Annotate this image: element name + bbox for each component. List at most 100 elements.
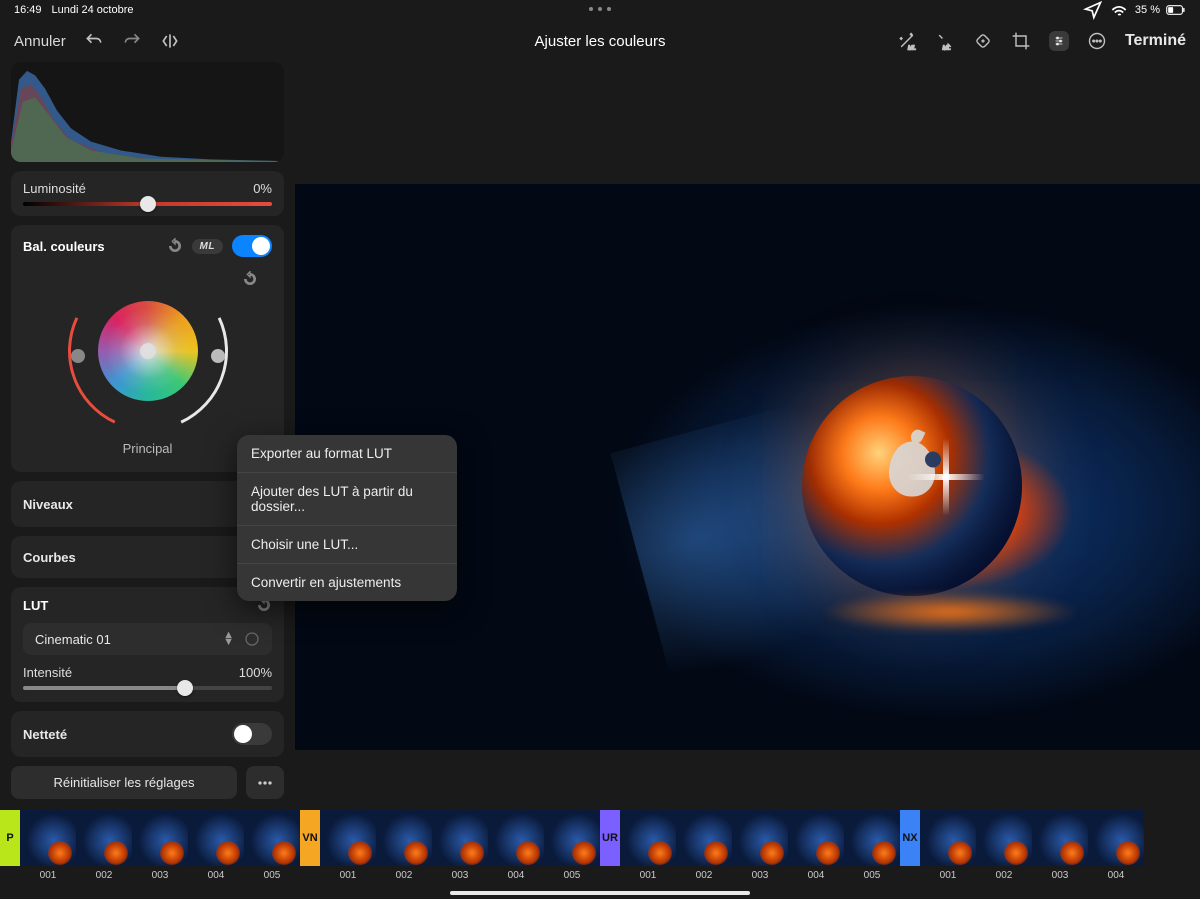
- preset-group-vn[interactable]: VN: [300, 810, 320, 866]
- battery-icon: [1166, 0, 1186, 20]
- chevron-updown-icon: ▲▼: [223, 632, 234, 646]
- svg-text:ML: ML: [942, 45, 950, 51]
- preset-thumb-label: 005: [564, 870, 581, 881]
- sidebar-more-button[interactable]: [246, 766, 284, 799]
- luminosity-label: Luminosité: [23, 181, 86, 196]
- menu-convert-adjustments[interactable]: Convertir en ajustements: [237, 564, 457, 601]
- preset-thumb[interactable]: 003: [1032, 810, 1088, 881]
- luminosity-panel: Luminosité 0%: [11, 171, 284, 216]
- menu-choose-lut[interactable]: Choisir une LUT...: [237, 526, 457, 564]
- preset-thumb[interactable]: 001: [20, 810, 76, 881]
- preset-thumb[interactable]: 002: [676, 810, 732, 881]
- preset-thumb-label: 001: [640, 870, 657, 881]
- lut-panel: LUT Cinematic 01 ▲▼ Intensité 100%: [11, 587, 284, 702]
- redo-icon[interactable]: [122, 31, 142, 51]
- preset-thumb-label: 005: [864, 870, 881, 881]
- preset-group-nx[interactable]: NX: [900, 810, 920, 866]
- color-wheel-caption: Principal: [123, 441, 173, 456]
- magic-wand-icon[interactable]: ML: [897, 31, 917, 51]
- lut-title: LUT: [23, 598, 48, 613]
- menu-add-folder[interactable]: Ajouter des LUT à partir du dossier...: [237, 473, 457, 526]
- lut-intensity-value: 100%: [239, 665, 272, 680]
- preset-thumb-label: 004: [808, 870, 825, 881]
- more-icon[interactable]: [1087, 31, 1107, 51]
- lut-intensity-label: Intensité: [23, 665, 72, 680]
- preset-filmstrip[interactable]: P 001 002 003 004 005 VN 001 002 003 004 005 UR 001 00…: [0, 810, 1200, 899]
- sharpness-toggle[interactable]: [232, 723, 272, 745]
- lut-preset-dropdown[interactable]: Cinematic 01 ▲▼: [23, 623, 272, 655]
- ellipsis-icon: [255, 773, 275, 793]
- color-wheel-control[interactable]: [68, 271, 228, 431]
- preset-thumb[interactable]: 005: [244, 810, 300, 881]
- preset-thumb[interactable]: 003: [732, 810, 788, 881]
- preset-thumb-label: 004: [1108, 870, 1125, 881]
- preset-thumb[interactable]: 001: [320, 810, 376, 881]
- preset-thumb[interactable]: 003: [132, 810, 188, 881]
- preset-thumb[interactable]: 002: [376, 810, 432, 881]
- preset-thumb-label: 004: [208, 870, 225, 881]
- battery-label: 35 %: [1135, 4, 1160, 16]
- curves-title: Courbes: [23, 550, 76, 565]
- reset-adjustments-button[interactable]: Réinitialiser les réglages: [11, 766, 237, 799]
- preset-thumb-label: 002: [996, 870, 1013, 881]
- preset-thumb[interactable]: 004: [188, 810, 244, 881]
- preset-group-ur[interactable]: UR: [600, 810, 620, 866]
- heal-icon[interactable]: [973, 31, 993, 51]
- cancel-button[interactable]: Annuler: [14, 33, 66, 50]
- crop-icon[interactable]: [1011, 31, 1031, 51]
- status-bar: 16:49 Lundi 24 octobre 35 %: [0, 0, 1200, 20]
- preset-thumb[interactable]: 004: [1088, 810, 1144, 881]
- preset-thumb[interactable]: 003: [432, 810, 488, 881]
- lut-intensity-slider[interactable]: [23, 686, 272, 690]
- ml-scale-icon[interactable]: ML: [935, 31, 955, 51]
- preset-thumb-label: 003: [152, 870, 169, 881]
- luminosity-slider[interactable]: [23, 202, 272, 206]
- wifi-icon: [1109, 0, 1129, 20]
- reset-icon[interactable]: [167, 238, 183, 254]
- preset-thumb-label: 003: [752, 870, 769, 881]
- preset-thumb[interactable]: 005: [544, 810, 600, 881]
- preset-thumb-label: 001: [940, 870, 957, 881]
- preset-group-p[interactable]: P: [0, 810, 20, 866]
- luminosity-value: 0%: [253, 181, 272, 196]
- adjust-icon[interactable]: [1049, 31, 1069, 51]
- preset-thumb[interactable]: 004: [788, 810, 844, 881]
- multitask-dots[interactable]: [589, 7, 611, 11]
- preset-thumb-label: 002: [96, 870, 113, 881]
- preset-thumb-label: 003: [452, 870, 469, 881]
- preset-thumb[interactable]: 002: [976, 810, 1032, 881]
- apple-logo-icon: [889, 441, 935, 496]
- preset-thumb-label: 002: [396, 870, 413, 881]
- preset-thumb[interactable]: 002: [76, 810, 132, 881]
- svg-text:ML: ML: [908, 45, 916, 51]
- lut-preset-label: Cinematic 01: [35, 632, 111, 647]
- sharpness-title: Netteté: [23, 727, 67, 742]
- done-button[interactable]: Terminé: [1125, 32, 1186, 50]
- lut-preset-reset-icon[interactable]: [244, 631, 260, 647]
- location-icon: [1083, 0, 1103, 20]
- menu-export-lut[interactable]: Exporter au format LUT: [237, 435, 457, 473]
- levels-title: Niveaux: [23, 497, 73, 512]
- undo-icon[interactable]: [84, 31, 104, 51]
- color-balance-toggle[interactable]: [232, 235, 272, 257]
- wheel-reset-icon[interactable]: [242, 271, 258, 287]
- histogram-panel[interactable]: [11, 62, 284, 162]
- status-time: 16:49: [14, 4, 42, 16]
- preset-thumb[interactable]: 001: [620, 810, 676, 881]
- preset-thumb-label: 005: [264, 870, 281, 881]
- app-toolbar: Annuler Ajuster les couleurs ML ML Termi…: [0, 20, 1200, 62]
- home-indicator[interactable]: [450, 891, 750, 895]
- preset-thumb-label: 001: [40, 870, 57, 881]
- page-title: Ajuster les couleurs: [535, 33, 666, 50]
- status-date: Lundi 24 octobre: [52, 4, 134, 16]
- sharpness-section[interactable]: Netteté: [11, 711, 284, 757]
- preset-thumb-label: 004: [508, 870, 525, 881]
- preset-thumb-label: 001: [340, 870, 357, 881]
- preset-thumb-label: 002: [696, 870, 713, 881]
- preset-thumb[interactable]: 001: [920, 810, 976, 881]
- preset-thumb[interactable]: 004: [488, 810, 544, 881]
- preset-thumb[interactable]: 005: [844, 810, 900, 881]
- preset-thumb-label: 003: [1052, 870, 1069, 881]
- ml-badge[interactable]: ML: [192, 239, 223, 254]
- compare-icon[interactable]: [160, 31, 180, 51]
